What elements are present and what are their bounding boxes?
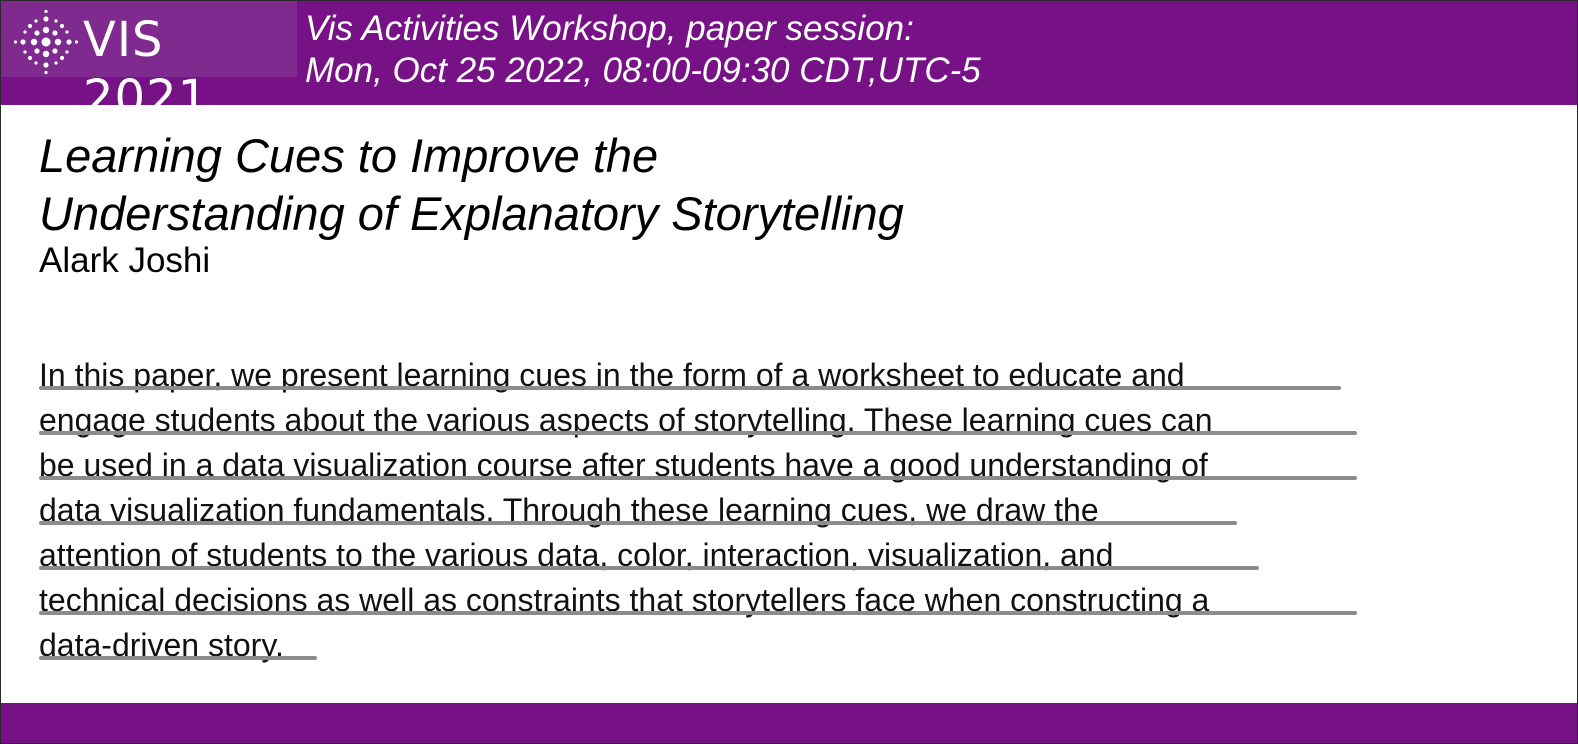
paper-abstract: In this paper, we present learning cues … (39, 355, 1379, 670)
session-header: VIS 2021 Vis Activities Workshop, paper … (1, 1, 1577, 126)
underline-annotation (39, 386, 1341, 390)
abstract-line: engage students about the various aspect… (39, 400, 1379, 445)
paper-title-line: Learning Cues to Improve the (39, 129, 659, 182)
slide-frame: VIS 2021 Vis Activities Workshop, paper … (0, 0, 1578, 744)
underline-annotation (39, 566, 1259, 570)
underline-annotation (39, 521, 1237, 525)
underline-annotation (39, 656, 317, 660)
session-title: Vis Activities Workshop, paper session: (305, 9, 914, 48)
logo-text: VIS 2021 (83, 12, 210, 126)
abstract-line: attention of students to the various dat… (39, 535, 1379, 580)
abstract-line: data-driven story. (39, 625, 1379, 670)
abstract-line: technical decisions as well as constrain… (39, 580, 1379, 625)
footer-bar (1, 703, 1577, 743)
paper-title-line: Understanding of Explanatory Storytellin… (39, 187, 904, 240)
abstract-line: In this paper, we present learning cues … (39, 355, 1379, 400)
abstract-line: be used in a data visualization course a… (39, 445, 1379, 490)
underline-annotation (39, 611, 1357, 615)
underline-annotation (39, 431, 1357, 435)
paper-author: Alark Joshi (39, 241, 211, 280)
abstract-line: data visualization fundamentals. Through… (39, 490, 1379, 535)
underline-annotation (39, 476, 1357, 480)
paper-title: Learning Cues to Improve the Understandi… (39, 127, 1239, 243)
vis-logo: VIS 2021 (1, 1, 297, 126)
session-time: Mon, Oct 25 2022, 08:00-09:30 CDT,UTC-5 (305, 51, 981, 90)
sparkle-flower-icon (13, 9, 79, 75)
